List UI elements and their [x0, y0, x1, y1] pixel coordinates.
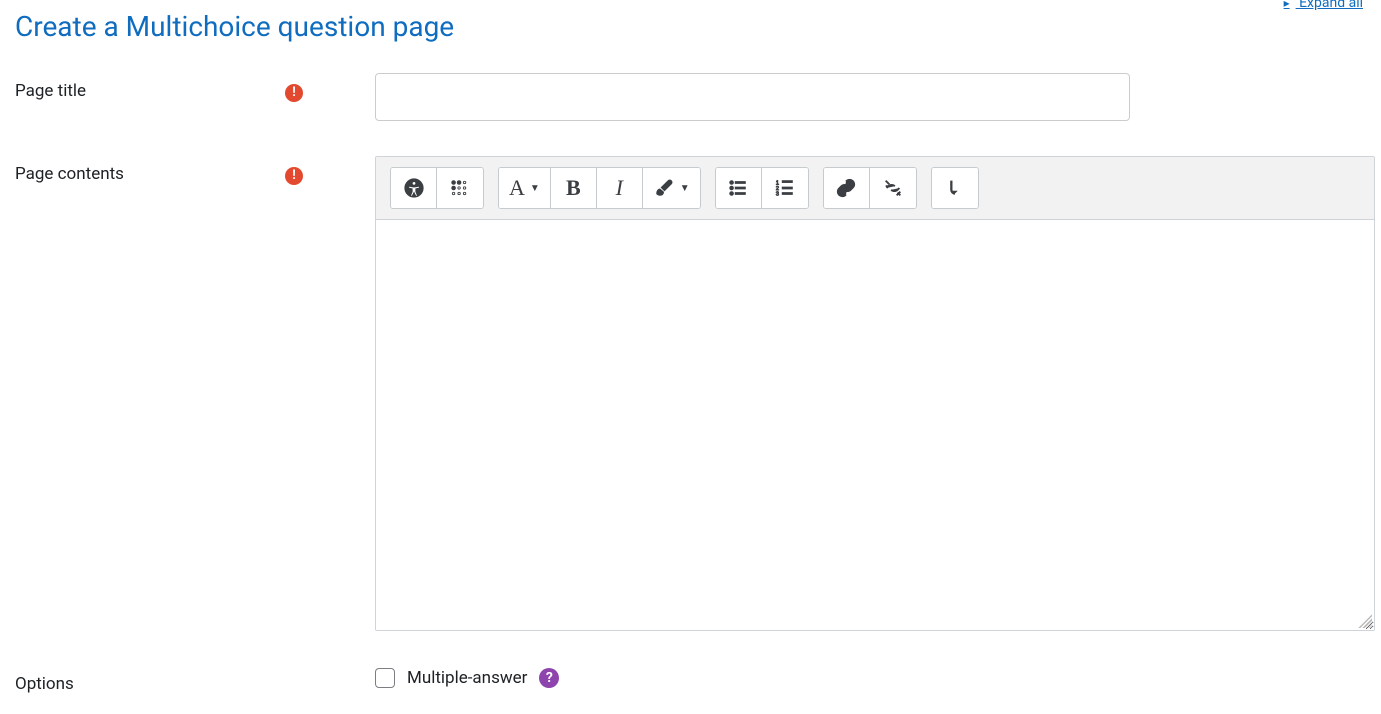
expand-all-link[interactable]: ▸ Expand all [1284, 0, 1363, 11]
text-color-button[interactable] [643, 168, 700, 208]
required-icon: ! [285, 167, 303, 185]
chevron-right-icon: ▸ [1284, 0, 1290, 10]
svg-text:3: 3 [776, 191, 779, 197]
italic-button[interactable]: I [597, 168, 643, 208]
screenreader-button[interactable] [437, 168, 483, 208]
expand-toolbar-icon [944, 177, 966, 199]
resize-handle[interactable] [1358, 614, 1372, 628]
editor-toolbar: A B I [376, 157, 1374, 220]
help-icon[interactable]: ? [539, 668, 559, 688]
numbered-list-button[interactable]: 123 [762, 168, 808, 208]
page-title-label: Page title [15, 81, 86, 101]
bullet-list-button[interactable] [716, 168, 762, 208]
accessibility-button[interactable] [391, 168, 437, 208]
page-contents-label: Page contents [15, 164, 124, 184]
unlink-icon [882, 177, 904, 199]
required-icon: ! [285, 84, 303, 102]
accessibility-icon [403, 177, 425, 199]
italic-icon: I [616, 175, 623, 201]
font-letter: A [509, 175, 525, 201]
editor-content-area[interactable] [376, 220, 1374, 630]
rich-text-editor: A B I [375, 156, 1375, 631]
page-title-input[interactable] [375, 73, 1130, 121]
link-icon [835, 177, 857, 199]
options-label: Options [15, 674, 74, 694]
list-ul-icon [727, 177, 749, 199]
expand-all-label: Expand all [1299, 0, 1363, 11]
section-title: Create a Multichoice question page [15, 10, 1366, 43]
unlink-button[interactable] [870, 168, 916, 208]
toggle-toolbar-button[interactable] [932, 168, 978, 208]
multiple-answer-label: Multiple-answer [407, 668, 527, 688]
bold-button[interactable]: B [551, 168, 597, 208]
font-family-button[interactable]: A [499, 168, 551, 208]
multiple-answer-checkbox[interactable] [375, 668, 395, 688]
braille-icon [449, 177, 471, 199]
brush-icon [653, 177, 675, 199]
list-ol-icon: 123 [774, 177, 796, 199]
bold-icon: B [566, 175, 581, 201]
link-button[interactable] [824, 168, 870, 208]
